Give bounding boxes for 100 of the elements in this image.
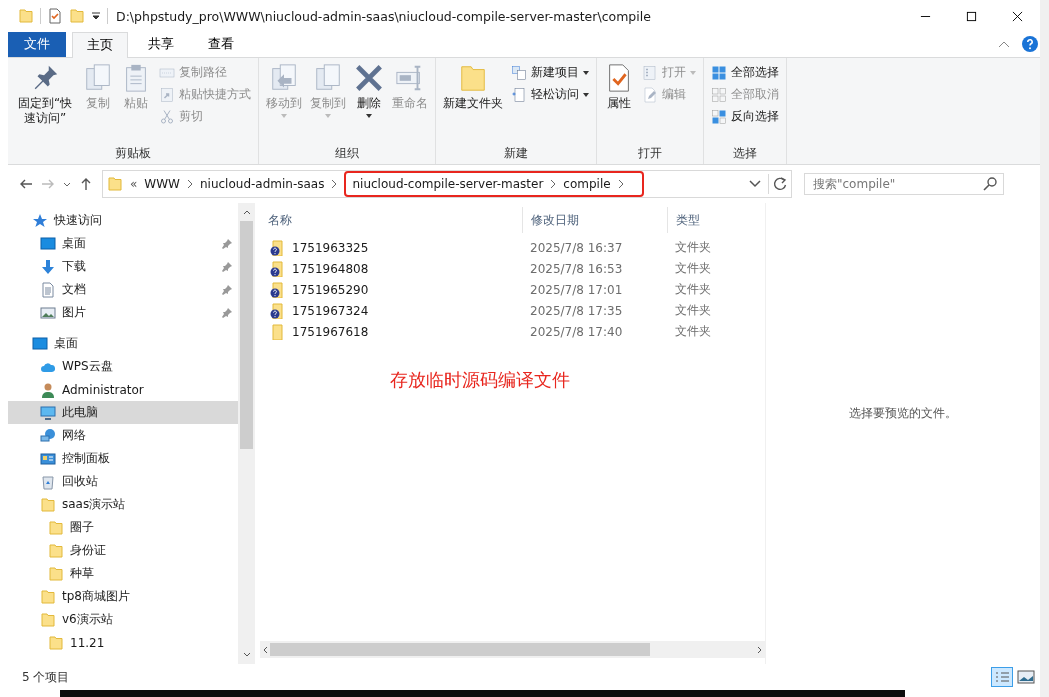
- column-header[interactable]: 修改日期: [522, 207, 667, 233]
- file-name[interactable]: 1751964808: [292, 261, 369, 276]
- collapse-ribbon-icon[interactable]: [998, 40, 1010, 48]
- download-arrow-icon: [40, 258, 56, 275]
- annotation-text: 存放临时源码编译文件: [390, 369, 570, 390]
- nav-item[interactable]: 种草: [8, 562, 238, 585]
- nav-item[interactable]: tp8商城图片: [8, 585, 238, 608]
- scissors-icon: [159, 108, 175, 125]
- shortcut-icon: [159, 86, 175, 103]
- ribbon-tab[interactable]: 共享: [134, 32, 188, 57]
- search-icon[interactable]: [982, 176, 998, 192]
- ribbon-button[interactable]: 轻松访问: [508, 84, 592, 105]
- dropdown-caret-icon[interactable]: [91, 11, 101, 21]
- select-none-icon: [711, 86, 727, 103]
- nav-item[interactable]: v6演示站: [8, 608, 238, 631]
- folder-icon: [48, 565, 64, 582]
- breadcrumb[interactable]: niucloud-compile-server-master: [352, 177, 544, 191]
- folder-icon: [107, 176, 123, 192]
- select-all-icon: [711, 64, 727, 81]
- ribbon-button[interactable]: 属性: [601, 61, 637, 113]
- item-count: 5 个项目: [22, 668, 70, 686]
- nav-item[interactable]: 圈子: [8, 516, 238, 539]
- column-header[interactable]: 名称: [260, 207, 522, 233]
- nav-item[interactable]: 身份证: [8, 539, 238, 562]
- pin-icon[interactable]: [222, 238, 232, 249]
- folder-icon: [48, 634, 64, 651]
- breadcrumb[interactable]: niucloud-admin-saas: [199, 177, 325, 191]
- delete-x-icon: [354, 63, 384, 93]
- ribbon-group-label: 打开: [637, 145, 663, 162]
- maximize-icon[interactable]: [966, 10, 977, 22]
- pin-icon[interactable]: [222, 307, 232, 318]
- file-type: 文件夹: [674, 323, 712, 340]
- ribbon-button[interactable]: 反向选择: [708, 106, 782, 127]
- search-field[interactable]: 搜索"compile": [804, 173, 1004, 195]
- nav-item[interactable]: saas演示站: [8, 493, 238, 516]
- ribbon-button[interactable]: 全部选择: [708, 62, 782, 83]
- nav-item[interactable]: 下载: [8, 255, 238, 278]
- new-item-icon: [511, 64, 527, 81]
- ribbon-group-label: 剪贴板: [114, 145, 152, 162]
- nav-item[interactable]: 此电脑: [8, 401, 238, 424]
- file-type: 文件夹: [674, 239, 712, 256]
- file-name[interactable]: 1751965290: [292, 282, 369, 297]
- desktop-icon: [32, 335, 48, 352]
- ribbon-button[interactable]: 新建文件夹: [440, 61, 506, 113]
- modified-date: 2025/7/8 17:35: [529, 303, 624, 318]
- chevron-right-icon[interactable]: [550, 179, 557, 189]
- network-icon: [40, 427, 56, 444]
- nav-item[interactable]: 快速访问: [8, 209, 238, 232]
- overflow-chevron[interactable]: «: [130, 177, 138, 191]
- ribbon-tab[interactable]: 主页: [72, 32, 128, 58]
- document-icon: [40, 281, 56, 298]
- close-icon[interactable]: [1012, 10, 1023, 22]
- large-icons-view-icon[interactable]: [1016, 668, 1036, 686]
- breadcrumb[interactable]: compile: [563, 177, 611, 191]
- file-name[interactable]: 1751963325: [292, 240, 369, 255]
- ribbon-tab[interactable]: 查看: [194, 32, 248, 57]
- ribbon-button[interactable]: 固定到“快速访问”: [12, 61, 78, 128]
- file-type: 文件夹: [674, 260, 712, 277]
- dropdown-caret-icon[interactable]: [749, 180, 761, 188]
- ribbon-tab[interactable]: 文件: [8, 32, 66, 57]
- file-name[interactable]: 1751967618: [292, 324, 369, 339]
- nav-item[interactable]: 桌面: [8, 232, 238, 255]
- move-icon: [269, 63, 299, 93]
- breadcrumb[interactable]: WWW: [144, 177, 180, 191]
- picture-icon: [40, 304, 56, 321]
- nav-item[interactable]: Administrator: [8, 378, 238, 401]
- pin-icon[interactable]: [222, 261, 232, 272]
- chevron-right-icon[interactable]: [331, 179, 338, 189]
- chevron-right-icon[interactable]: [617, 179, 624, 189]
- folder-icon: [18, 8, 34, 24]
- nav-item[interactable]: 网络: [8, 424, 238, 447]
- folder-icon: [69, 8, 85, 24]
- ribbon-button[interactable]: 新建项目: [508, 62, 592, 83]
- page-icon: [511, 86, 527, 103]
- nav-item[interactable]: 桌面: [8, 332, 238, 355]
- chevron-right-icon[interactable]: [186, 179, 193, 189]
- vertical-scrollbar[interactable]: [238, 203, 255, 664]
- folder-icon: [40, 496, 56, 513]
- computer-icon: [40, 404, 56, 421]
- modified-date: 2025/7/8 17:40: [529, 324, 624, 339]
- nav-item[interactable]: 文档: [8, 278, 238, 301]
- column-header[interactable]: 类型: [667, 207, 757, 233]
- horizontal-scrollbar[interactable]: [260, 641, 765, 658]
- help-icon[interactable]: [1022, 36, 1038, 52]
- checked-page-icon[interactable]: [47, 8, 63, 24]
- ribbon-button[interactable]: 删除: [351, 61, 387, 120]
- recycle-bin-icon: [40, 473, 56, 490]
- pin-icon[interactable]: [222, 284, 232, 295]
- address-bar[interactable]: « WWW niucloud-admin-saas niucloud-compile-server-master compile: [102, 170, 792, 198]
- file-type: 文件夹: [674, 302, 712, 319]
- control-panel-icon: [40, 450, 56, 467]
- nav-item[interactable]: WPS云盘: [8, 355, 238, 378]
- file-type: 文件夹: [674, 281, 712, 298]
- user-icon: [40, 381, 56, 398]
- nav-item[interactable]: 11.21: [8, 631, 238, 654]
- nav-item[interactable]: 控制面板: [8, 447, 238, 470]
- desktop-icon: [40, 235, 56, 252]
- nav-item[interactable]: 图片: [8, 301, 238, 324]
- nav-item[interactable]: 回收站: [8, 470, 238, 493]
- file-name[interactable]: 1751967324: [292, 303, 369, 318]
